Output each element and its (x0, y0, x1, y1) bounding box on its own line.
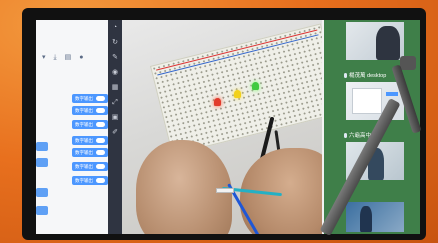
code-block-label: 数字输出 (75, 137, 93, 143)
power-rail-red (156, 29, 318, 71)
green-led (252, 82, 259, 90)
microphone-icon (344, 132, 347, 138)
code-block-label: 数字输出 (75, 177, 93, 183)
shared-desktop-thumbnail (352, 88, 382, 114)
camera-stand-head (400, 56, 416, 70)
block-input-pill[interactable] (96, 164, 105, 169)
pen-icon[interactable]: ✎ (112, 54, 118, 61)
chevron-down-icon[interactable]: ▾ (42, 54, 46, 61)
power-rail-blue (157, 34, 319, 76)
jumper-connector (216, 188, 234, 193)
tool-strip: ◔ ↻ ✎ ◉ ▦ ⤢ ▣ ✐ (108, 20, 122, 234)
fullscreen-icon[interactable]: ⤢ (112, 99, 118, 106)
code-block[interactable]: 数字输出 (72, 94, 108, 103)
code-block-stub[interactable] (36, 142, 48, 151)
block-input-pill[interactable] (96, 138, 105, 143)
participant-video-tile[interactable] (346, 22, 404, 60)
code-block[interactable]: 数字输出 (72, 176, 108, 185)
code-block[interactable]: 数字输出 (72, 162, 108, 171)
code-block[interactable]: 数字输出 (72, 148, 108, 157)
red-led (214, 98, 221, 106)
microphone-icon (344, 72, 347, 78)
code-block-label: 数字输出 (75, 121, 93, 127)
code-block-stub[interactable] (36, 158, 48, 167)
block-input-pill[interactable] (96, 108, 105, 113)
eye-icon[interactable]: ◉ (112, 69, 118, 76)
main-camera-view[interactable] (122, 20, 322, 234)
grid-icon[interactable]: ▦ (112, 84, 119, 91)
participant-person (376, 26, 400, 60)
block-input-pill[interactable] (96, 178, 105, 183)
participant-person (360, 206, 372, 232)
layers-icon[interactable]: ▣ (112, 114, 119, 121)
participant-name: 楊茂萬 desktop (349, 73, 387, 79)
code-block-label: 数字输出 (75, 149, 93, 155)
participant-video-tile[interactable] (346, 202, 404, 232)
left-hand (136, 140, 232, 234)
code-block-label: 数字输出 (75, 107, 93, 113)
zoom-icon[interactable]: ◔ (113, 24, 117, 31)
participant-label: 楊茂萬 desktop (344, 71, 386, 79)
code-block-stub[interactable] (36, 188, 48, 197)
download-icon[interactable]: ⤓ (54, 54, 57, 61)
shared-desktop-block (386, 92, 398, 96)
block-code-panel: ▾ ⤓ ▤ ● 数字输出 数字输出 数字输出 数字输出 数字输出 数字输出 数字… (36, 20, 116, 234)
monitor-screen: ▾ ⤓ ▤ ● 数字输出 数字输出 数字输出 数字输出 数字输出 数字输出 数字… (36, 20, 420, 234)
code-block-stub[interactable] (36, 206, 48, 215)
participant-label: 六龜高中 (344, 131, 371, 139)
code-toolbar: ▾ ⤓ ▤ ● (36, 50, 116, 64)
user-icon[interactable]: ● (79, 54, 83, 61)
block-input-pill[interactable] (96, 122, 105, 127)
brush-icon[interactable]: ✐ (112, 129, 118, 136)
block-input-pill[interactable] (96, 96, 105, 101)
yellow-led (234, 90, 241, 98)
block-input-pill[interactable] (96, 150, 105, 155)
code-block[interactable]: 数字输出 (72, 120, 108, 129)
save-icon[interactable]: ▤ (65, 54, 72, 61)
code-block[interactable]: 数字输出 (72, 136, 108, 145)
code-block-label: 数字输出 (75, 163, 93, 169)
code-block-label: 数字输出 (75, 95, 93, 101)
code-block[interactable]: 数字输出 (72, 106, 108, 115)
refresh-icon[interactable]: ↻ (112, 39, 118, 46)
